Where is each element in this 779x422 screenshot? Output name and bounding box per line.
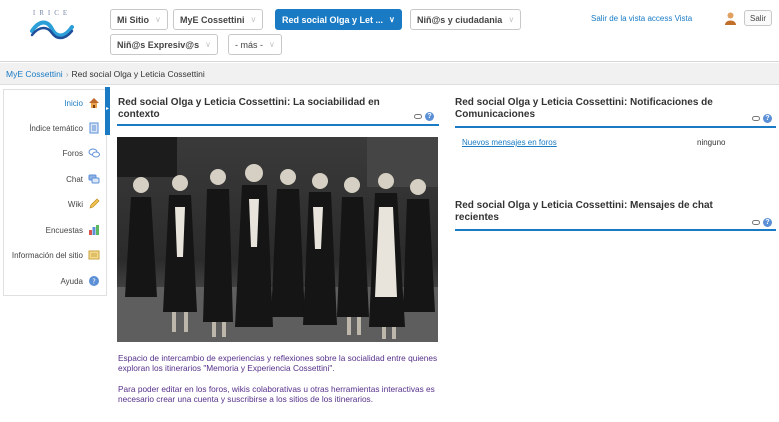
link-icon[interactable] <box>752 220 760 225</box>
sidebar-item-label: Foros <box>62 148 83 158</box>
user-icon[interactable] <box>725 12 736 25</box>
chevron-down-icon: ∨ <box>389 15 395 24</box>
chevron-down-icon: ∨ <box>508 15 515 24</box>
speech-bubbles-icon <box>88 148 100 158</box>
portlet-divider <box>117 124 439 126</box>
breadcrumb: MyE Cossettini › Red social Olga y Letic… <box>0 63 779 85</box>
tab-label: Mi Sitio <box>117 14 149 25</box>
sidebar-item-wiki[interactable]: Wiki <box>68 196 100 212</box>
group-photo-image <box>117 137 438 342</box>
chevron-down-icon: ∨ <box>155 15 161 24</box>
portlet-description-signup: Para poder editar en los foros, wikis co… <box>118 384 435 404</box>
sidebar-item-ayuda[interactable]: Ayuda ? <box>60 273 100 289</box>
tab-label: Red social Olga y Let ... <box>282 14 384 25</box>
portlet-tools: ? <box>752 114 772 123</box>
breadcrumb-separator: › <box>65 68 69 79</box>
portlet-tools: ? <box>414 112 434 121</box>
breadcrumb-link[interactable]: MyE Cossettini <box>6 69 63 79</box>
sidebar-item-label: Ayuda <box>60 276 83 286</box>
chevron-right-icon: ▸ <box>105 106 109 112</box>
chevron-down-icon: ∨ <box>205 40 211 49</box>
logo-text: IRICE <box>32 9 72 17</box>
breadcrumb-current: Red social Olga y Leticia Cossettini <box>71 68 205 79</box>
sidebar-item-label: Chat <box>66 174 83 184</box>
sidebar-item-encuestas[interactable]: Encuestas <box>46 222 100 238</box>
sidebar-item-inicio[interactable]: Inicio <box>64 95 100 111</box>
portlet-tools: ? <box>752 218 772 227</box>
chevron-down-icon: ∨ <box>250 15 257 24</box>
portlet-title-main: Red social Olga y Leticia Cossettini: La… <box>118 97 380 120</box>
help-icon[interactable]: ? <box>763 218 772 227</box>
help-icon[interactable]: ? <box>425 112 434 121</box>
tab-label: Niñ@s y ciudadania <box>417 14 503 25</box>
site-logo[interactable]: IRICE <box>22 9 82 45</box>
bar-chart-icon <box>89 225 99 235</box>
sidebar-item-label: Índice temático <box>29 123 83 133</box>
link-icon[interactable] <box>414 114 422 119</box>
tab-mye-cossettini[interactable]: MyE Cossettini ∨ <box>173 9 264 30</box>
sidebar-item-label: Wiki <box>67 199 83 209</box>
tab-mi-sitio[interactable]: Mi Sitio ∨ <box>110 9 168 30</box>
pencil-icon <box>89 198 100 209</box>
chat-icon <box>88 174 100 184</box>
document-icon <box>89 122 99 134</box>
sidebar-item-label: Inicio <box>64 98 83 108</box>
portlet-description: Espacio de intercambio de experiencias y… <box>118 353 438 373</box>
portlet-title-chat: Red social Olga y Leticia Cossettini: Me… <box>455 200 713 223</box>
new-forum-messages-link[interactable]: Nuevos mensajes en foros <box>462 138 557 147</box>
tab-ninos-ciudadania[interactable]: Niñ@s y ciudadania ∨ <box>410 9 522 30</box>
help-icon: ? <box>89 276 99 286</box>
sidebar-item-label: Información del sitio <box>11 250 83 260</box>
sidebar-item-indice[interactable]: Índice temático <box>29 120 100 136</box>
logout-button[interactable]: Salir <box>744 10 772 26</box>
portlet-title-notifications: Red social Olga y Leticia Cossettini: No… <box>455 97 713 120</box>
sidebar-item-foros[interactable]: Foros <box>63 145 100 161</box>
portlet-divider <box>455 229 776 231</box>
help-icon[interactable]: ? <box>763 114 772 123</box>
tab-label: - más - <box>235 39 263 50</box>
link-icon[interactable] <box>752 116 760 121</box>
home-icon <box>89 98 99 108</box>
tab-label: Niñ@s Expresiv@s <box>117 39 200 50</box>
tab-mas[interactable]: - más - ∨ <box>228 34 282 55</box>
historical-group-photo <box>117 137 438 342</box>
sidebar-collapse-handle[interactable]: ▸ <box>105 87 110 135</box>
sidebar-item-label: Encuestas <box>45 225 83 235</box>
notification-value: ninguno <box>697 138 726 147</box>
svg-text:?: ? <box>92 278 96 286</box>
tab-red-social[interactable]: Red social Olga y Let ... ∨ <box>275 9 402 30</box>
site-header: IRICE Mi Sitio ∨ MyE Cossettini ∨ Red so… <box>0 0 779 62</box>
logo-wave-icon <box>30 20 74 40</box>
chevron-down-icon: ∨ <box>269 40 275 49</box>
tool-sidebar: Inicio Índice temático Foros Chat Wiki E… <box>3 89 107 296</box>
tab-ninos-expresivos[interactable]: Niñ@s Expresiv@s ∨ <box>110 34 218 55</box>
info-icon <box>88 250 100 260</box>
tab-label: MyE Cossettini <box>180 14 245 25</box>
exit-view-link[interactable]: Salir de la vista access Vista <box>591 14 692 23</box>
sidebar-item-informacion[interactable]: Información del sitio <box>12 247 100 263</box>
portlet-divider <box>455 126 776 128</box>
sidebar-item-chat[interactable]: Chat <box>66 171 100 187</box>
